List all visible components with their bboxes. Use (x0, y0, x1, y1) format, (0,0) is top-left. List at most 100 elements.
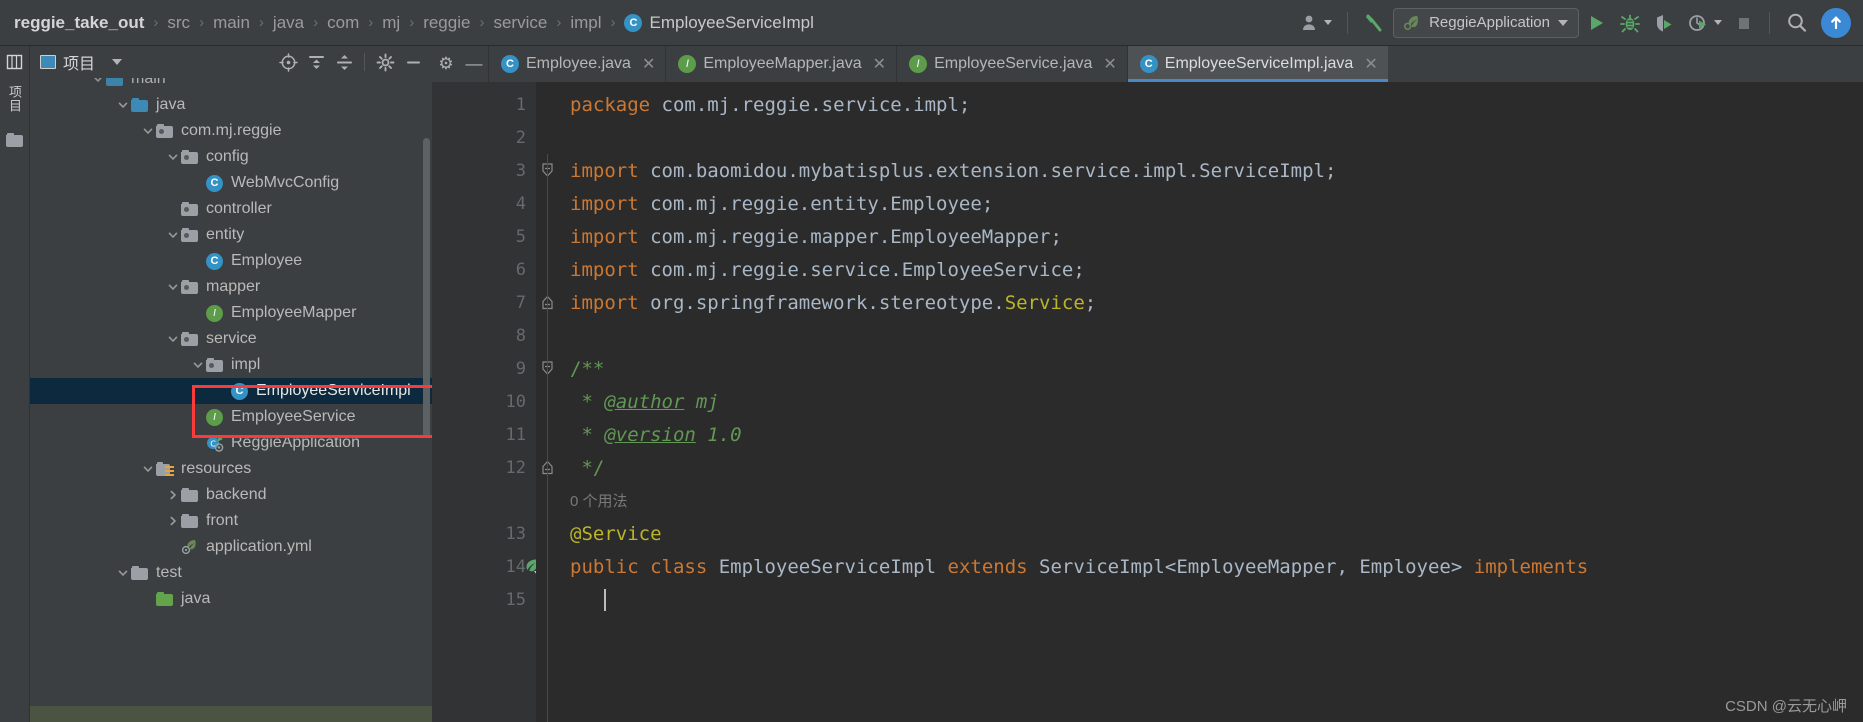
chevron-down-icon[interactable] (115, 99, 131, 111)
project-tree[interactable]: main java com.mj.reggie config C WebMvcConfig… (30, 78, 432, 722)
tree-item[interactable]: java (30, 586, 432, 612)
breadcrumb-item-com[interactable]: com (327, 13, 359, 33)
source-folder-icon (106, 78, 126, 86)
settings-gear-icon[interactable] (372, 49, 398, 75)
tree-item[interactable]: java (30, 92, 432, 118)
close-icon[interactable]: ✕ (642, 54, 655, 74)
tree-item[interactable]: controller (30, 196, 432, 222)
tree-item[interactable]: C ReggieApplication (30, 430, 432, 456)
account-icon[interactable] (1294, 8, 1338, 38)
build-hammer-icon[interactable] (1357, 8, 1393, 38)
chevron-down-icon (1558, 19, 1568, 26)
project-title-group[interactable]: 项目 (40, 50, 123, 74)
breadcrumb-item-employeeserviceimpl[interactable]: C EmployeeServiceImpl (624, 13, 814, 33)
editor-tab[interactable]: I EmployeeMapper.java ✕ (665, 46, 896, 82)
tree-item[interactable]: C WebMvcConfig (30, 170, 432, 196)
search-everywhere-icon[interactable] (1779, 8, 1815, 38)
chevron-down-icon[interactable] (165, 333, 181, 345)
chevron-down-icon[interactable] (190, 359, 206, 371)
code-line: package com.mj.reggie.service.impl; (558, 88, 1863, 121)
rail-project-text: 项目 (7, 85, 22, 113)
project-tree-scrollbar[interactable] (423, 138, 430, 438)
code-token: @author (604, 390, 685, 413)
tree-item[interactable]: entity (30, 222, 432, 248)
close-icon[interactable]: ✕ (873, 54, 886, 74)
code-token: ; (1050, 225, 1062, 248)
tree-item[interactable]: C Employee (30, 248, 432, 274)
breadcrumb-item-java[interactable]: java (273, 13, 304, 33)
tree-item[interactable]: com.mj.reggie (30, 118, 432, 144)
hide-editor-icon[interactable]: — (460, 46, 488, 82)
chevron-down-icon[interactable] (165, 229, 181, 241)
chevron-down-icon[interactable] (165, 281, 181, 293)
profiler-button[interactable] (1681, 8, 1728, 38)
run-configuration-selector[interactable]: ReggieApplication (1393, 7, 1579, 38)
chevron-down-icon[interactable] (112, 59, 123, 65)
folder-icon (6, 133, 23, 147)
project-panel-title: 项目 (63, 56, 96, 73)
line-number-text: 4 (515, 193, 526, 214)
editor-tab[interactable]: C Employee.java ✕ (488, 46, 665, 82)
tree-item[interactable]: mapper (30, 274, 432, 300)
chevron-down-icon[interactable] (165, 151, 181, 163)
run-with-coverage-button[interactable] (1647, 8, 1681, 38)
close-icon[interactable]: ✕ (1103, 54, 1116, 74)
tree-item[interactable]: resources (30, 456, 432, 482)
class-icon: C (624, 13, 643, 32)
tree-item[interactable]: backend (30, 482, 432, 508)
tree-item-label: EmployeeService (231, 408, 356, 425)
tree-item[interactable]: I EmployeeService (30, 404, 432, 430)
breadcrumb-item-mj[interactable]: mj (382, 13, 400, 33)
code-folding-column[interactable] (536, 82, 558, 722)
fold-marker (536, 121, 558, 154)
editor-tab-label: EmployeeServiceImpl.java (1164, 55, 1354, 72)
code-content[interactable]: package com.mj.reggie.service.impl; impor… (558, 82, 1863, 722)
code-token: ServiceImpl (1199, 159, 1325, 182)
tree-item-label: WebMvcConfig (231, 174, 340, 191)
updates-button[interactable] (1815, 7, 1857, 38)
editor-tab-active[interactable]: C EmployeeServiceImpl.java ✕ (1126, 46, 1388, 82)
chevron-right-icon[interactable] (165, 515, 181, 527)
code-token: import (570, 258, 651, 281)
editor-tab[interactable]: I EmployeeService.java ✕ (896, 46, 1127, 82)
tree-item[interactable]: main (30, 78, 432, 92)
debug-button[interactable] (1613, 8, 1647, 38)
chevron-down-icon[interactable] (115, 567, 131, 579)
breadcrumb-item-service[interactable]: service (493, 13, 547, 33)
structure-tool-window-button[interactable] (6, 133, 23, 147)
tree-item[interactable]: impl (30, 352, 432, 378)
tree-item[interactable]: I EmployeeMapper (30, 300, 432, 326)
breadcrumb-item-reggie-take-out[interactable]: reggie_take_out (14, 13, 144, 33)
project-tool-window-button[interactable] (6, 54, 23, 71)
expand-all-icon[interactable] (303, 49, 329, 75)
breadcrumb-separator: › (368, 14, 374, 31)
breadcrumb-item-impl[interactable]: impl (570, 13, 601, 33)
stop-button[interactable] (1728, 8, 1760, 38)
code-token: * (570, 423, 605, 446)
close-icon[interactable]: ✕ (1364, 54, 1377, 74)
breadcrumb-item-reggie[interactable]: reggie (423, 13, 470, 33)
tree-item[interactable]: front (30, 508, 432, 534)
collapse-all-icon[interactable] (331, 49, 357, 75)
breadcrumb-item-main[interactable]: main (213, 13, 250, 33)
tree-item[interactable]: application.yml (30, 534, 432, 560)
tree-item-label: resources (181, 460, 252, 477)
code-editor[interactable]: 1 2 3 4 5 6 7 8 9 10 11 12 13 14 15 package com.mj.reg… (432, 82, 1863, 722)
chevron-down-icon[interactable] (140, 463, 156, 475)
run-button[interactable] (1579, 8, 1613, 38)
select-opened-file-icon[interactable] (275, 49, 301, 75)
chevron-down-icon[interactable] (90, 78, 106, 85)
project-label-vertical[interactable]: 项目 (5, 85, 24, 113)
tree-item[interactable]: config (30, 144, 432, 170)
code-token: Employee (890, 192, 982, 215)
breadcrumb-item-src[interactable]: src (167, 13, 190, 33)
tree-item[interactable]: test (30, 560, 432, 586)
editor-settings-gear-icon[interactable]: ⚙ (432, 46, 460, 82)
tree-item-selected[interactable]: C EmployeeServiceImpl (30, 378, 432, 404)
hide-panel-icon[interactable] (400, 49, 426, 75)
chevron-down-icon[interactable] (140, 125, 156, 137)
usage-inlay-hint[interactable]: 0 个用法 (570, 490, 628, 511)
chevron-right-icon[interactable] (165, 489, 181, 501)
tree-item[interactable]: service (30, 326, 432, 352)
